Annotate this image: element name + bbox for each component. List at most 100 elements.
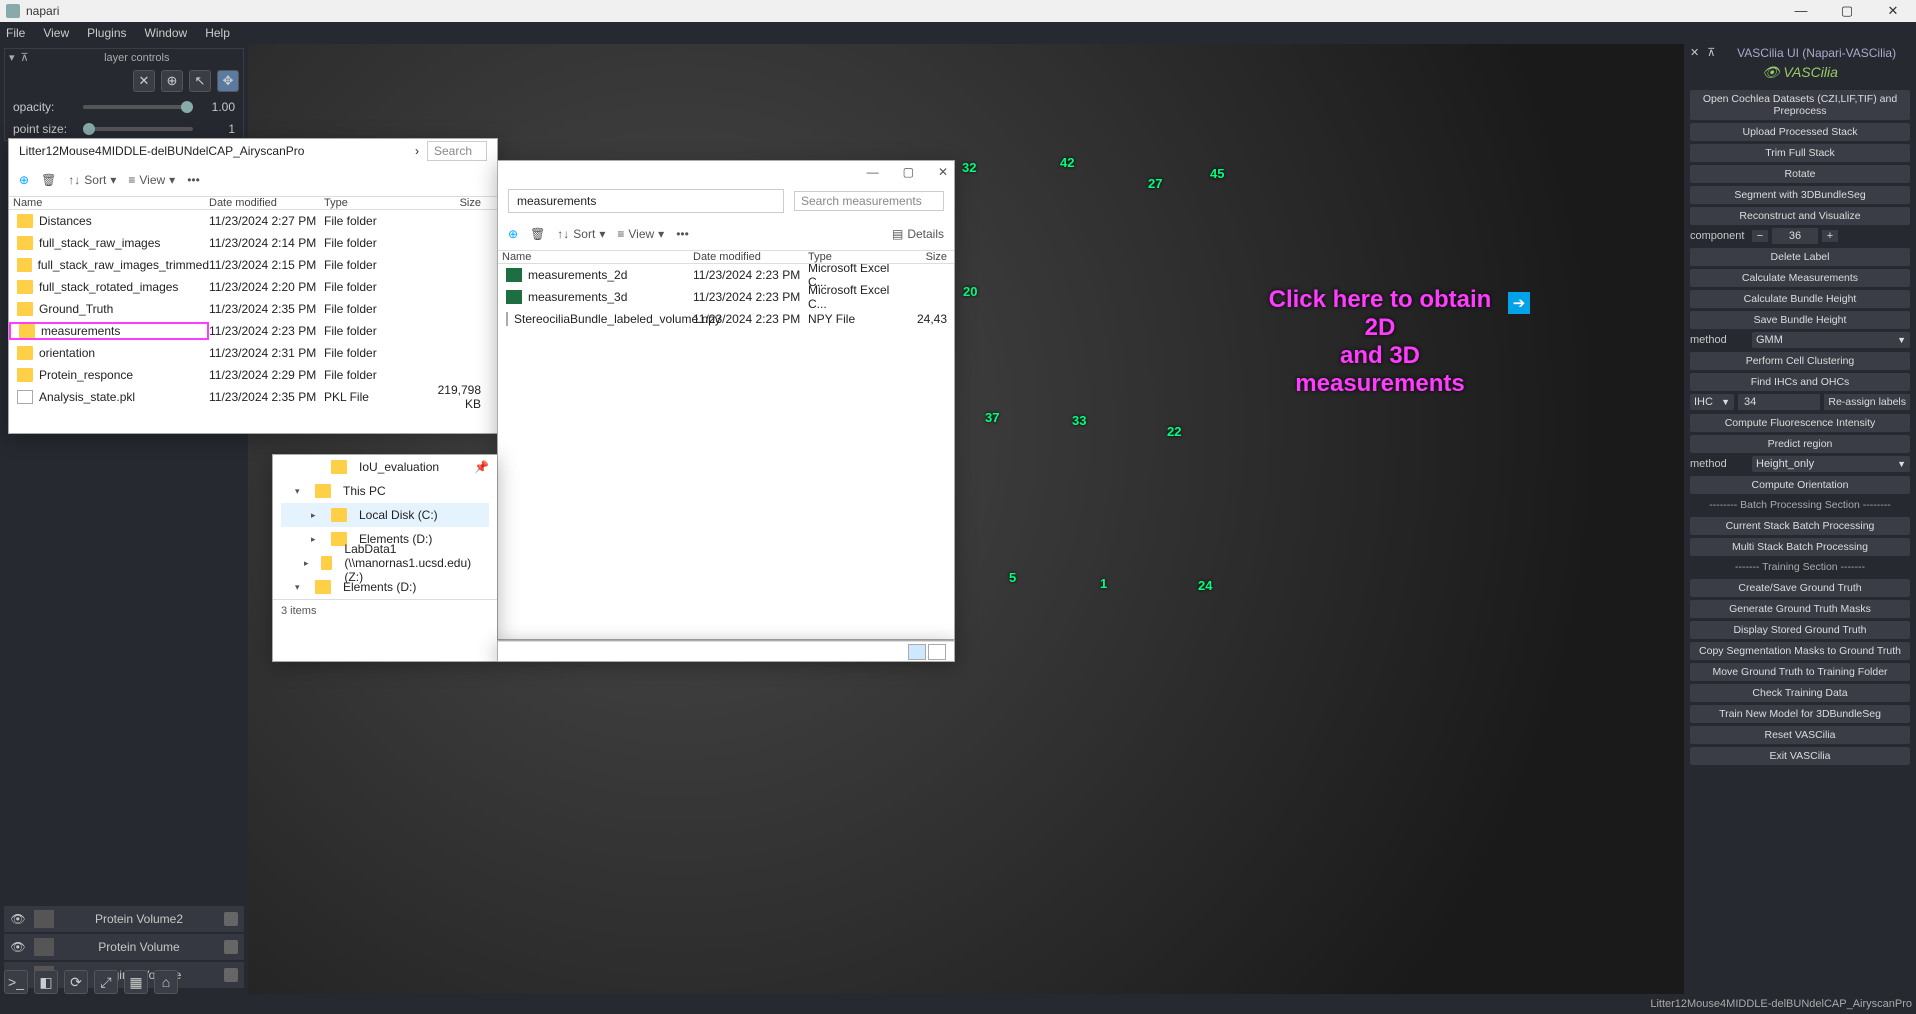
file-row[interactable]: measurements11/23/2024 2:23 PMFile folde… — [9, 320, 497, 342]
explorer1-view[interactable]: ≡ View ▾ — [128, 173, 175, 187]
roll-dims-button[interactable]: ⟳ — [64, 970, 88, 994]
file-row[interactable]: StereociliaBundle_labeled_volume.npy11/2… — [498, 308, 954, 330]
exit-vascilia-button[interactable]: Exit VASCilia — [1690, 747, 1910, 765]
tree-caret-icon[interactable]: ▸ — [311, 510, 321, 521]
explorer2-more[interactable]: ••• — [676, 227, 689, 241]
explorer2-col-name[interactable]: Name — [498, 251, 693, 263]
panel-undock-icon[interactable]: ⊼ — [1707, 46, 1715, 60]
file-row[interactable]: Ground_Truth11/23/2024 2:35 PMFile folde… — [9, 298, 497, 320]
delete-layer-button[interactable]: ✕ — [133, 70, 155, 92]
file-explorer-parent[interactable]: Litter12Mouse4MIDDLE-delBUNdelCAP_Airysc… — [8, 138, 498, 434]
explorer2-delete-icon[interactable]: 🗑 — [530, 227, 545, 241]
select-tool-button[interactable]: ↖ — [189, 70, 211, 92]
layer-item[interactable]: 👁 Protein Volume — [4, 934, 244, 960]
save-layer-icon[interactable] — [224, 968, 238, 982]
reassign-labels-button[interactable]: Re-assign labels — [1824, 394, 1910, 410]
compute-orientation-button[interactable]: Compute Orientation — [1690, 476, 1910, 494]
method-select-clustering[interactable]: GMM▼ — [1752, 332, 1910, 348]
menu-window[interactable]: Window — [145, 26, 188, 40]
file-row[interactable]: full_stack_raw_images11/23/2024 2:14 PMF… — [9, 232, 497, 254]
predict-region-button[interactable]: Predict region — [1690, 435, 1910, 453]
copy-masks-gt-button[interactable]: Copy Segmentation Masks to Ground Truth — [1690, 642, 1910, 660]
file-row[interactable]: orientation11/23/2024 2:31 PMFile folder — [9, 342, 497, 364]
move-tool-button[interactable]: ✥ — [217, 70, 239, 92]
tree-caret-icon[interactable]: ▾ — [295, 486, 305, 497]
file-row[interactable]: Distances11/23/2024 2:27 PMFile folder — [9, 210, 497, 232]
explorer2-title[interactable]: measurements — [508, 189, 784, 213]
window-maximize-button[interactable]: ▢ — [1824, 0, 1870, 22]
file-row[interactable]: Analysis_state.pkl11/23/2024 2:35 PMPKL … — [9, 386, 497, 408]
explorer2-search[interactable]: Search measurements — [794, 191, 944, 211]
tree-item[interactable]: ▾This PC — [281, 479, 489, 503]
explorer2-details[interactable]: ▤ Details — [892, 227, 944, 241]
add-element-button[interactable]: ⊕ — [161, 70, 183, 92]
explorer1-sort[interactable]: ↑↓ Sort ▾ — [68, 173, 116, 187]
explorer1-col-name[interactable]: Name — [9, 197, 209, 209]
tree-caret-icon[interactable]: ▸ — [304, 558, 311, 569]
explorer2-new-icon[interactable]: ⊕ — [508, 227, 518, 241]
explorer2-minimize[interactable]: — — [867, 165, 879, 179]
explorer2-maximize[interactable]: ▢ — [903, 165, 914, 179]
file-explorer-tree[interactable]: IoU_evaluation📌▾This PC▸Local Disk (C:)▸… — [272, 454, 497, 662]
create-gt-button[interactable]: Create/Save Ground Truth — [1690, 579, 1910, 597]
open-dataset-button[interactable]: Open Cochlea Datasets (CZI,LIF,TIF) and … — [1690, 90, 1910, 120]
transpose-button[interactable]: ⤢ — [94, 970, 118, 994]
explorer2-sort[interactable]: ↑↓ Sort ▾ — [557, 227, 605, 241]
menu-help[interactable]: Help — [205, 26, 230, 40]
panel-close-icon[interactable]: ✕ — [1690, 46, 1699, 60]
rotate-button[interactable]: Rotate — [1690, 165, 1910, 183]
tree-caret-icon[interactable]: ▾ — [295, 582, 305, 593]
save-layer-icon[interactable] — [224, 912, 238, 926]
window-minimize-button[interactable]: — — [1778, 0, 1824, 22]
file-row[interactable]: measurements_3d11/23/2024 2:23 PMMicroso… — [498, 286, 954, 308]
calc-bundle-height-button[interactable]: Calculate Bundle Height — [1690, 290, 1910, 308]
pointsize-slider[interactable] — [83, 127, 193, 131]
explorer1-col-type[interactable]: Type — [324, 197, 419, 209]
visibility-toggle-icon[interactable]: 👁 — [10, 940, 26, 954]
upload-stack-button[interactable]: Upload Processed Stack — [1690, 123, 1910, 141]
file-row[interactable]: full_stack_raw_images_trimmed11/23/2024 … — [9, 254, 497, 276]
ihc-select[interactable]: IHC▼ — [1690, 394, 1734, 410]
layer-item[interactable]: 👁 Protein Volume2 — [4, 906, 244, 932]
explorer1-search[interactable]: Search — [427, 141, 487, 161]
display-gt-button[interactable]: Display Stored Ground Truth — [1690, 621, 1910, 639]
reconstruct-button[interactable]: Reconstruct and Visualize — [1690, 207, 1910, 225]
explorer2-close[interactable]: ✕ — [938, 165, 948, 179]
component-value[interactable]: 36 — [1772, 228, 1818, 244]
generate-gt-masks-button[interactable]: Generate Ground Truth Masks — [1690, 600, 1910, 618]
opacity-slider[interactable] — [83, 105, 193, 109]
menu-view[interactable]: View — [43, 26, 69, 40]
menu-file[interactable]: File — [6, 26, 25, 40]
tree-item[interactable]: ▸LabData1 (\\manornas1.ucsd.edu) (Z:) — [281, 551, 489, 575]
file-explorer-measurements[interactable]: — ▢ ✕ measurements Search measurements ⊕… — [497, 160, 955, 640]
explorer2-col-size[interactable]: Size — [903, 251, 953, 263]
move-gt-button[interactable]: Move Ground Truth to Training Folder — [1690, 663, 1910, 681]
ihc-value[interactable]: 34 — [1738, 394, 1820, 410]
window-close-button[interactable]: ✕ — [1870, 0, 1916, 22]
cell-clustering-button[interactable]: Perform Cell Clustering — [1690, 352, 1910, 370]
explorer1-new-icon[interactable]: ⊕ — [19, 173, 29, 187]
calc-measurements-button[interactable]: Calculate Measurements — [1690, 269, 1910, 287]
explorer2-view-large-icon[interactable] — [928, 644, 946, 660]
component-increment[interactable]: + — [1822, 230, 1838, 242]
pin-icon[interactable]: ⊼ — [21, 51, 29, 64]
file-row[interactable]: full_stack_rotated_images11/23/2024 2:20… — [9, 276, 497, 298]
console-button[interactable]: >_ — [4, 970, 28, 994]
explorer1-path[interactable]: Litter12Mouse4MIDDLE-delBUNdelCAP_Airysc… — [19, 144, 407, 158]
menu-plugins[interactable]: Plugins — [87, 26, 126, 40]
explorer2-col-type[interactable]: Type — [808, 251, 903, 263]
tree-caret-icon[interactable]: ▸ — [311, 534, 321, 545]
tree-item[interactable]: ▸Local Disk (C:) — [281, 503, 489, 527]
save-bundle-height-button[interactable]: Save Bundle Height — [1690, 311, 1910, 329]
reset-vascilia-button[interactable]: Reset VASCilia — [1690, 726, 1910, 744]
save-layer-icon[interactable] — [224, 940, 238, 954]
trim-stack-button[interactable]: Trim Full Stack — [1690, 144, 1910, 162]
explorer1-col-size[interactable]: Size — [419, 197, 489, 209]
explorer2-view-details-icon[interactable] — [908, 644, 926, 660]
train-model-button[interactable]: Train New Model for 3DBundleSeg — [1690, 705, 1910, 723]
expand-icon[interactable]: ▾ — [9, 51, 15, 64]
explorer2-col-date[interactable]: Date modified — [693, 251, 808, 263]
multi-batch-button[interactable]: Multi Stack Batch Processing — [1690, 538, 1910, 556]
find-ihc-ohc-button[interactable]: Find IHCs and OHCs — [1690, 373, 1910, 391]
delete-label-button[interactable]: Delete Label — [1690, 248, 1910, 266]
